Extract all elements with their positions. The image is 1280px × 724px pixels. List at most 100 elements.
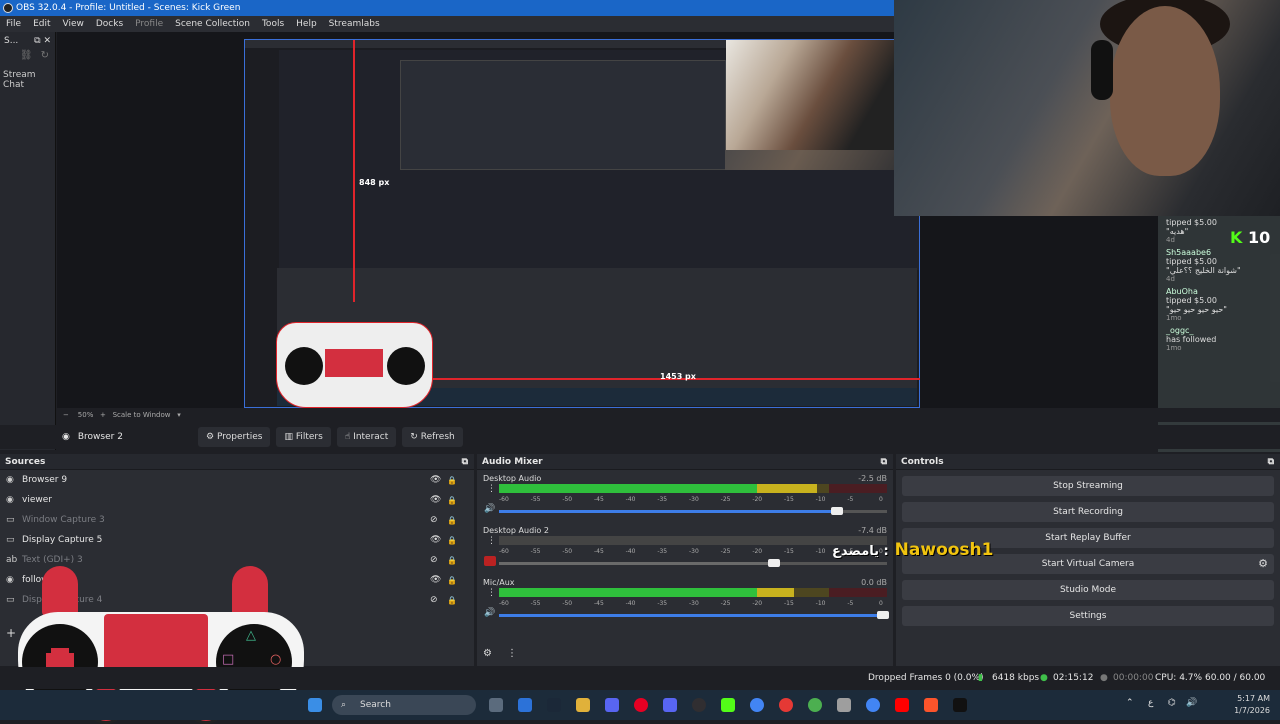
scale-mode-select[interactable]: Scale to Window	[113, 411, 171, 419]
menu-streamlabs[interactable]: Streamlabs	[323, 16, 386, 32]
source-item[interactable]: ◉ Browser 9 👁 🔒	[0, 470, 474, 490]
zoom-out-icon[interactable]: −	[63, 411, 69, 419]
dropped-frames: Dropped Frames 0 (0.0%)	[868, 673, 984, 683]
meter-tick-label: -40	[625, 548, 636, 555]
obs-icon[interactable]	[692, 698, 706, 712]
kebab-menu-icon[interactable]: ⋮	[487, 536, 496, 546]
monitor-icon: ▭	[6, 535, 15, 545]
menu-view[interactable]: View	[57, 16, 90, 32]
taskbar-search[interactable]: ⌕ Search	[332, 695, 476, 715]
meter-tick-label: -55	[530, 600, 541, 607]
lock-icon[interactable]: 🔒	[447, 536, 457, 545]
undock-icon[interactable]: ⧉	[881, 454, 887, 469]
text-icon: ab	[6, 555, 18, 565]
media-icon[interactable]	[779, 698, 793, 712]
speaker-icon[interactable]: 🔊	[484, 504, 495, 514]
volume-icon[interactable]: 🔊	[1186, 698, 1197, 708]
menu-docks[interactable]: Docks	[90, 16, 129, 32]
lock-icon[interactable]: 🔒	[447, 516, 457, 525]
menu-help[interactable]: Help	[290, 16, 323, 32]
muted-speaker-icon[interactable]	[484, 556, 496, 566]
meter-tick-label: -10	[815, 600, 826, 607]
filters-button[interactable]: ▥ Filters	[276, 427, 331, 447]
refresh-button[interactable]: ↻ Refresh	[402, 427, 463, 447]
language-indicator[interactable]: ع	[1148, 698, 1153, 708]
eye-hidden-icon[interactable]: ⊘	[430, 555, 438, 565]
settings-icon[interactable]	[837, 698, 851, 712]
refresh-icon[interactable]: ↻	[41, 50, 49, 70]
kebab-menu-icon[interactable]: ⋮	[507, 648, 517, 659]
chrome-icon[interactable]	[808, 698, 822, 712]
meter-scale: -60 -55 -50 -45 -40 -35 -30 -25 -20 -15 -10 -5 0	[499, 548, 887, 556]
properties-button[interactable]: ⚙ Properties	[198, 427, 271, 447]
lock-icon[interactable]: 🔒	[447, 576, 457, 585]
file-explorer-icon[interactable]	[576, 698, 590, 712]
discord-icon[interactable]	[663, 698, 677, 712]
menu-profile[interactable]: Profile	[129, 16, 169, 32]
capcut-icon[interactable]	[953, 698, 967, 712]
chrome-icon[interactable]	[866, 698, 880, 712]
signal-icon: ▮	[978, 673, 983, 683]
menu-scene-collection[interactable]: Scene Collection	[169, 16, 256, 32]
undock-icon[interactable]: ⧉	[462, 454, 468, 469]
start-recording-button[interactable]: Start Recording	[902, 502, 1274, 522]
eye-icon[interactable]: 👁	[430, 535, 441, 545]
link-icon[interactable]: ⛓	[20, 50, 33, 70]
eye-icon[interactable]: 👁	[430, 495, 441, 505]
settings-button[interactable]: Settings	[902, 606, 1274, 626]
speaker-icon[interactable]: 🔊	[484, 608, 495, 618]
interact-button[interactable]: ☝ Interact	[336, 427, 397, 447]
zoom-in-icon[interactable]: +	[100, 411, 106, 419]
volume-slider[interactable]	[499, 611, 890, 619]
windows-start-icon[interactable]	[308, 698, 322, 712]
kick-icon[interactable]	[721, 698, 735, 712]
lock-icon[interactable]: 🔒	[447, 476, 457, 485]
source-item[interactable]: ▭ Display Capture 5 👁 🔒	[0, 530, 474, 550]
volume-slider[interactable]	[499, 559, 887, 567]
menu-edit[interactable]: Edit	[27, 16, 56, 32]
float-icon[interactable]: ⧉	[34, 36, 40, 46]
lock-icon[interactable]: 🔒	[447, 496, 457, 505]
meter-tick-label: -60	[499, 600, 509, 607]
mixer-channel: Desktop Audio 2 -7.4 dB ⋮ -60 -55 -50 -45 -4…	[477, 522, 893, 574]
stop-streaming-button[interactable]: Stop Streaming	[902, 476, 1274, 496]
chevron-up-icon[interactable]: ⌃	[1126, 698, 1134, 708]
steam-icon[interactable]	[547, 698, 561, 712]
menu-tools[interactable]: Tools	[256, 16, 290, 32]
eye-hidden-icon[interactable]: ⊘	[430, 515, 438, 525]
meter-tick-label: -35	[657, 600, 668, 607]
mixer-settings-icon[interactable]: ⚙	[483, 648, 492, 659]
source-item[interactable]: ▭ Window Capture 3 ⊘ 🔒	[0, 510, 474, 530]
app-icon[interactable]	[518, 698, 532, 712]
gear-icon[interactable]: ⚙	[1258, 554, 1268, 574]
meter-tick-label: -50	[562, 600, 573, 607]
lock-icon[interactable]: 🔒	[447, 596, 457, 605]
chrome-icon[interactable]	[750, 698, 764, 712]
chevron-down-icon[interactable]: ▾	[173, 411, 181, 419]
discord-icon[interactable]	[605, 698, 619, 712]
close-icon[interactable]: ✕	[43, 36, 51, 46]
meter-tick-label: -35	[657, 548, 668, 555]
taskbar-clock[interactable]: 5:17 AM 1/7/2026	[1234, 693, 1270, 717]
lock-icon[interactable]: 🔒	[447, 556, 457, 565]
undock-icon[interactable]: ⧉	[1268, 454, 1274, 469]
eye-icon[interactable]: 👁	[430, 575, 441, 585]
kebab-menu-icon[interactable]: ⋮	[487, 484, 496, 494]
volume-slider[interactable]	[499, 507, 887, 515]
add-source-button[interactable]: +	[6, 626, 16, 640]
source-item[interactable]: ◉ viewer 👁 🔒	[0, 490, 474, 510]
studio-mode-button[interactable]: Studio Mode	[902, 580, 1274, 600]
eye-hidden-icon[interactable]: ⊘	[430, 595, 438, 605]
network-icon[interactable]: ⌬	[1168, 698, 1176, 708]
pinterest-icon[interactable]	[634, 698, 648, 712]
brave-icon[interactable]	[924, 698, 938, 712]
task-view-icon[interactable]	[489, 698, 503, 712]
menu-file[interactable]: File	[0, 16, 27, 32]
nested-controller-overlay	[276, 322, 433, 408]
meter-scale: -60 -55 -50 -45 -40 -35 -30 -25 -20 -15 -10 -5 0	[499, 600, 887, 608]
youtube-icon[interactable]	[895, 698, 909, 712]
volume-meter	[499, 588, 887, 597]
eye-icon[interactable]: 👁	[430, 475, 441, 485]
bitrate: 6418 kbps	[992, 673, 1040, 683]
kebab-menu-icon[interactable]: ⋮	[487, 588, 496, 598]
